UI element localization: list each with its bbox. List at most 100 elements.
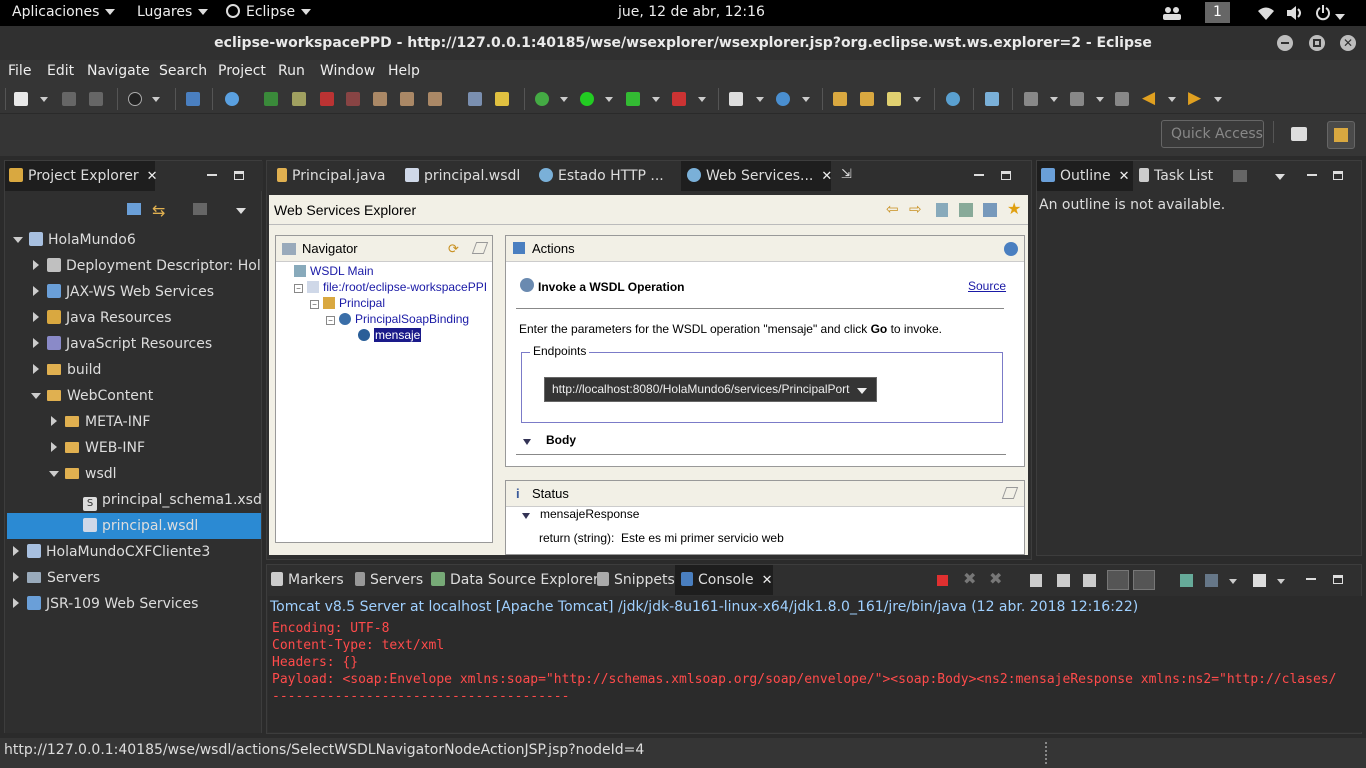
menu-navigate[interactable]: Navigate bbox=[87, 63, 150, 79]
actions-help-icon[interactable] bbox=[1004, 242, 1018, 256]
step-over-icon[interactable] bbox=[400, 92, 414, 106]
close-icon[interactable]: ✕ bbox=[821, 169, 832, 184]
tab-estado-http[interactable]: Estado HTTP ... bbox=[531, 161, 679, 191]
view-menu-icon[interactable] bbox=[1275, 174, 1285, 180]
suspend-icon[interactable] bbox=[292, 92, 306, 106]
chevron-down-icon[interactable] bbox=[1277, 579, 1285, 584]
prev-annotation-icon[interactable] bbox=[1070, 92, 1084, 106]
more-tabs-icon[interactable]: ⇲ bbox=[841, 167, 852, 182]
chevron-down-icon[interactable] bbox=[1229, 579, 1237, 584]
menu-file[interactable]: File bbox=[8, 63, 31, 79]
remove-all-icon[interactable]: ✖ bbox=[989, 569, 1002, 588]
clear-icon[interactable] bbox=[471, 242, 489, 254]
tree-item-holamundocxfcliente3[interactable]: HolaMundoCXFCliente3 bbox=[13, 539, 210, 565]
terminate-icon[interactable] bbox=[937, 575, 948, 586]
uddi-page-icon[interactable] bbox=[959, 203, 973, 217]
maximize-icon[interactable] bbox=[234, 171, 244, 180]
highlight-icon[interactable] bbox=[887, 92, 901, 106]
maximize-icon[interactable] bbox=[1333, 171, 1343, 180]
tab-markers[interactable]: Markers bbox=[271, 565, 353, 595]
new-server-icon[interactable] bbox=[729, 92, 743, 106]
clock[interactable]: jue, 12 de abr, 12:16 bbox=[618, 4, 765, 20]
filter-icon[interactable] bbox=[193, 203, 207, 215]
workspace-indicator[interactable]: 1 bbox=[1205, 2, 1230, 23]
menu-help[interactable]: Help bbox=[388, 63, 420, 79]
tab-principal-java[interactable]: Principal.java bbox=[269, 161, 391, 191]
nav-node-mensaje[interactable]: mensaje bbox=[358, 328, 422, 342]
new-icon[interactable] bbox=[14, 92, 28, 106]
minimize-icon[interactable] bbox=[974, 174, 984, 176]
save-all-icon[interactable] bbox=[89, 92, 103, 106]
close-icon[interactable]: ✕ bbox=[147, 169, 158, 184]
drop-to-frame-icon[interactable] bbox=[468, 92, 482, 106]
console-output[interactable]: Tomcat v8.5 Server at localhost [Apache … bbox=[268, 596, 1362, 732]
external-tools-icon[interactable] bbox=[672, 92, 686, 106]
open-resource-icon[interactable] bbox=[860, 92, 874, 106]
tree-item-schema-xsd[interactable]: Sprincipal_schema1.xsd bbox=[83, 487, 261, 513]
collapse-all-icon[interactable] bbox=[127, 203, 141, 215]
maximize-icon[interactable] bbox=[1333, 575, 1343, 584]
tree-item-jsr109[interactable]: JSR-109 Web Services bbox=[13, 591, 198, 617]
power-icon[interactable] bbox=[1315, 5, 1345, 25]
wsdl-page-icon[interactable] bbox=[983, 203, 997, 217]
terminate-icon[interactable] bbox=[320, 92, 334, 106]
tab-servers[interactable]: Servers bbox=[355, 565, 425, 595]
tree-item-meta-inf[interactable]: META-INF bbox=[51, 409, 150, 435]
tree-item-jaxws[interactable]: JAX-WS Web Services bbox=[33, 279, 214, 305]
disconnect-icon[interactable] bbox=[346, 92, 360, 106]
scroll-lock-icon[interactable] bbox=[1057, 574, 1070, 587]
console-view-icon[interactable] bbox=[186, 92, 200, 106]
run-on-server-icon[interactable] bbox=[626, 92, 640, 106]
close-icon[interactable]: ✕ bbox=[1119, 169, 1130, 184]
word-wrap-icon[interactable] bbox=[1083, 574, 1096, 587]
tab-web-services[interactable]: Web Services... ✕ bbox=[681, 161, 832, 191]
tab-project-explorer[interactable]: Project Explorer ✕ bbox=[5, 161, 158, 191]
maximize-icon[interactable] bbox=[1001, 171, 1011, 180]
nav-node-file[interactable]: − file:/root/eclipse-workspacePPI bbox=[294, 280, 487, 294]
minimize-icon[interactable] bbox=[1306, 578, 1316, 580]
favorites-star-icon[interactable]: ★ bbox=[1007, 199, 1021, 219]
show-on-stdout-icon[interactable] bbox=[1107, 570, 1129, 590]
tree-item-build[interactable]: build bbox=[33, 357, 101, 383]
nav-node-wsdl-main[interactable]: WSDL Main bbox=[294, 264, 374, 278]
minimize-icon[interactable] bbox=[207, 174, 217, 176]
skip-breakpoints-icon[interactable] bbox=[225, 92, 239, 106]
java-ee-perspective-button[interactable] bbox=[1327, 121, 1355, 149]
tab-snippets[interactable]: Snippets bbox=[597, 565, 677, 595]
menu-search[interactable]: Search bbox=[159, 63, 207, 79]
tree-item-servers[interactable]: Servers bbox=[13, 565, 100, 591]
open-type-icon[interactable] bbox=[833, 92, 847, 106]
endpoint-select[interactable]: http://localhost:8080/HolaMundo6/service… bbox=[544, 377, 877, 402]
web-service-icon[interactable] bbox=[776, 92, 790, 106]
run-icon[interactable] bbox=[580, 92, 594, 106]
display-console-icon[interactable] bbox=[1205, 574, 1218, 587]
menu-window[interactable]: Window bbox=[320, 63, 375, 79]
remove-launch-icon[interactable]: ✖ bbox=[963, 569, 976, 588]
link-with-editor-icon[interactable]: ⇆ bbox=[152, 201, 165, 220]
tree-item-deployment-descriptor[interactable]: Deployment Descriptor: HolaM bbox=[33, 253, 261, 279]
minimize-icon[interactable] bbox=[1307, 174, 1317, 176]
clear-console-icon[interactable] bbox=[1030, 574, 1042, 587]
tree-item-holamundo6[interactable]: HolaMundo6 bbox=[13, 227, 136, 253]
menu-run[interactable]: Run bbox=[278, 63, 305, 79]
back-icon[interactable]: ⇦ bbox=[886, 200, 899, 218]
wsil-page-icon[interactable] bbox=[936, 203, 948, 217]
open-console-icon[interactable] bbox=[1253, 574, 1266, 587]
tree-item-webcontent[interactable]: WebContent bbox=[31, 383, 153, 409]
forward-icon[interactable]: ▶ bbox=[1188, 88, 1201, 108]
view-menu-icon[interactable] bbox=[236, 208, 246, 214]
response-collapse-icon[interactable] bbox=[522, 513, 530, 519]
source-link[interactable]: Source bbox=[968, 279, 1006, 293]
places-menu[interactable]: Lugares bbox=[137, 4, 209, 20]
close-window-button[interactable]: ✕ bbox=[1340, 35, 1356, 51]
tab-task-list[interactable]: Task List bbox=[1139, 161, 1235, 191]
tab-principal-wsdl[interactable]: principal.wsdl bbox=[397, 161, 527, 191]
focus-icon[interactable] bbox=[1233, 170, 1247, 182]
wse-launch-icon[interactable] bbox=[985, 92, 999, 106]
show-on-stderr-icon[interactable] bbox=[1133, 570, 1155, 590]
step-into-icon[interactable] bbox=[373, 92, 387, 106]
step-return-icon[interactable] bbox=[428, 92, 442, 106]
nav-node-principal[interactable]: − Principal bbox=[310, 296, 385, 310]
minimize-window-button[interactable] bbox=[1277, 35, 1293, 51]
clear-status-icon[interactable] bbox=[1001, 487, 1019, 499]
